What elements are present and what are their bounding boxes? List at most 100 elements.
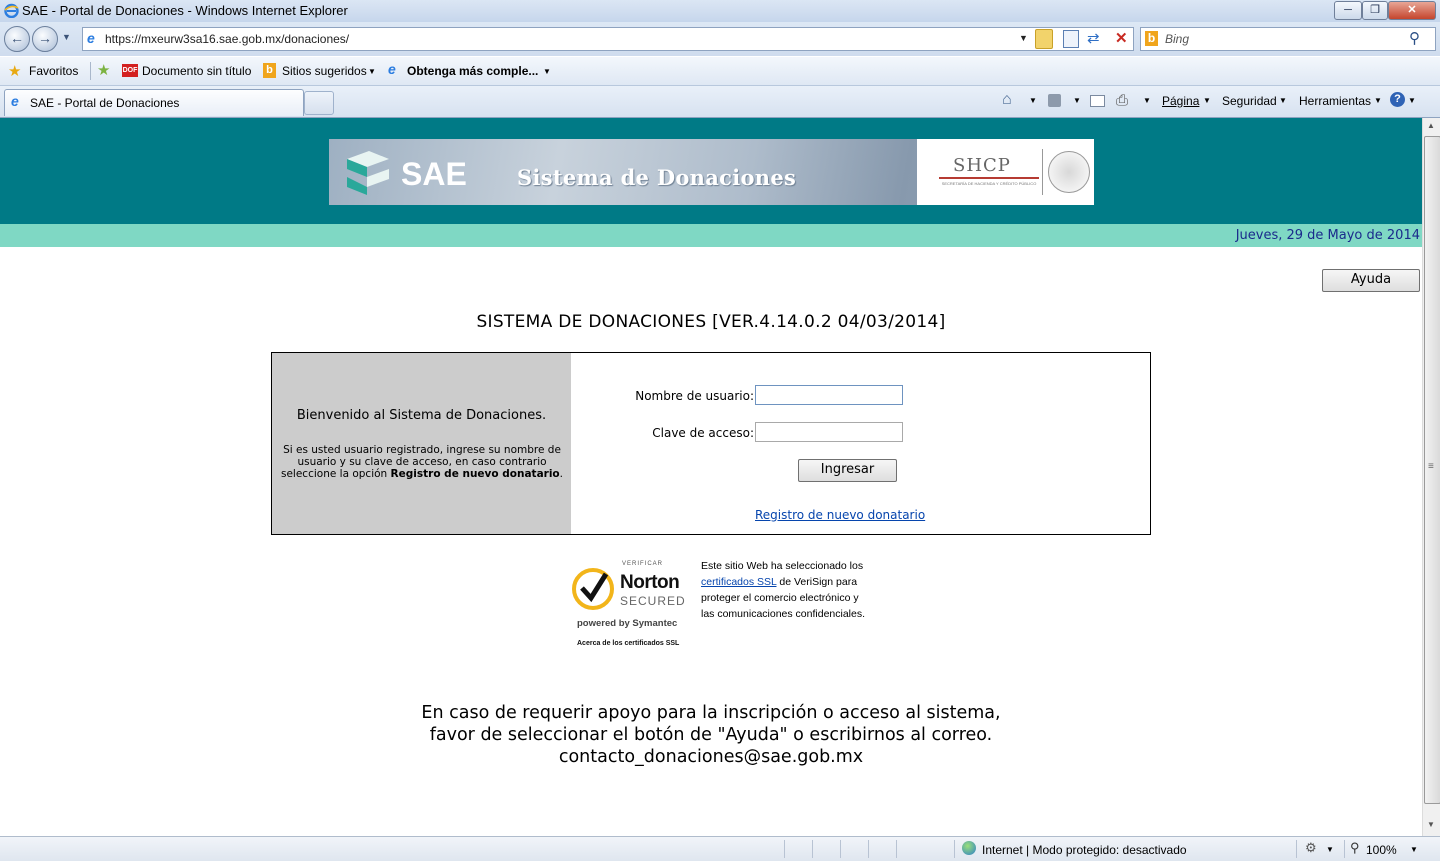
refresh-icon[interactable]: ⇄ <box>1087 29 1100 47</box>
divider <box>1296 840 1297 858</box>
grip-icon: ≡ <box>1428 461 1434 472</box>
norton-seal[interactable]: VERIFICAR Norton SECURED powered by Syma… <box>572 558 696 652</box>
password-label: Clave de acceso: <box>652 426 754 440</box>
chevron-down-icon[interactable]: ▼ <box>1143 96 1151 105</box>
divider <box>868 840 869 858</box>
back-button[interactable]: ← <box>4 26 30 52</box>
fav-item-documento[interactable]: Documento sin título <box>142 64 251 78</box>
bing-icon: b <box>1145 31 1158 46</box>
chevron-down-icon[interactable]: ▼ <box>1408 96 1416 105</box>
tab-label: SAE - Portal de Donaciones <box>30 96 180 110</box>
current-date: Jueves, 29 de Mayo de 2014 <box>1235 228 1420 243</box>
login-button[interactable]: Ingresar <box>798 459 897 482</box>
tab-bar: e SAE - Portal de Donaciones ⌂ ▼ ▼ ⎙ ▼ P… <box>0 86 1440 118</box>
welcome-text: Bienvenido al Sistema de Donaciones. <box>296 408 547 423</box>
sae-logo-icon <box>347 151 389 195</box>
maximize-button[interactable]: ❐ <box>1362 1 1388 20</box>
protected-mode-icon[interactable]: ⚙ <box>1305 840 1317 856</box>
compatibility-view-icon[interactable] <box>1063 30 1079 48</box>
password-input[interactable] <box>755 422 903 442</box>
chevron-down-icon[interactable]: ▼ <box>1326 845 1334 854</box>
login-instructions: Si es usted usuario registrado, ingrese … <box>273 444 571 480</box>
page-content: SAE Sistema de Donaciones SHCP SECRETARÍ… <box>0 118 1422 836</box>
help-button[interactable]: Ayuda <box>1322 269 1420 292</box>
chevron-down-icon[interactable]: ▼ <box>1410 845 1418 854</box>
window-title-bar: SAE - Portal de Donaciones - Windows Int… <box>0 0 1440 22</box>
window-title: SAE - Portal de Donaciones - Windows Int… <box>22 3 348 18</box>
chevron-down-icon: ▼ <box>1203 96 1211 105</box>
vertical-scrollbar[interactable]: ▲ ≡ ▼ <box>1422 118 1440 836</box>
divider <box>1042 149 1043 195</box>
banner-logo-text: SAE <box>401 156 467 192</box>
rss-icon[interactable] <box>1048 94 1061 107</box>
search-box[interactable]: b Bing ⚲ <box>1140 27 1436 51</box>
shcp-rule <box>939 177 1039 179</box>
chevron-down-icon[interactable]: ▼ <box>543 67 551 76</box>
divider <box>784 840 785 858</box>
status-bar: Internet | Modo protegido: desactivado ⚙… <box>0 836 1440 861</box>
globe-icon <box>962 841 976 855</box>
divider <box>896 840 897 858</box>
zoom-level[interactable]: 100% <box>1366 843 1397 857</box>
forward-button[interactable]: → <box>32 26 58 52</box>
instructions-end: . <box>559 468 563 480</box>
lock-icon[interactable] <box>1035 29 1053 49</box>
divider <box>840 840 841 858</box>
address-row: ← → ▼ e https://mxeurw3sa16.sae.gob.mx/d… <box>0 22 1440 56</box>
date-strip <box>0 224 1422 247</box>
favorites-star-icon: ★ <box>8 63 22 80</box>
close-button[interactable]: ✕ <box>1388 1 1436 20</box>
address-dropdown-icon[interactable]: ▼ <box>1019 33 1028 43</box>
tab-active[interactable]: e SAE - Portal de Donaciones <box>4 89 304 116</box>
support-line-2: favor de seleccionar el botón de "Ayuda"… <box>429 725 993 745</box>
bing-icon: b <box>263 63 276 78</box>
favorites-button[interactable]: Favoritos <box>29 64 78 78</box>
history-dropdown-icon[interactable]: ▼ <box>62 32 71 42</box>
mail-icon[interactable] <box>1090 95 1105 107</box>
norton-powered: powered by Symantec <box>577 618 678 629</box>
support-message: En caso de requerir apoyo para la inscri… <box>0 702 1422 768</box>
favorites-bar: ★ Favoritos ★ DOF Documento sin título b… <box>0 57 1440 86</box>
home-icon[interactable]: ⌂ <box>1002 91 1012 109</box>
tools-menu[interactable]: Herramientas <box>1299 94 1371 108</box>
system-title: SISTEMA DE DONACIONES [VER.4.14.0.2 04/0… <box>476 312 946 332</box>
chevron-down-icon[interactable]: ▼ <box>1073 96 1081 105</box>
banner-title: Sistema de Donaciones <box>517 165 797 190</box>
scroll-up-icon[interactable]: ▲ <box>1427 121 1435 130</box>
ssl-text-start: Este sitio Web ha seleccionado los <box>701 560 864 572</box>
login-panel: Bienvenido al Sistema de Donaciones. Si … <box>271 352 1151 535</box>
fav-item-sitios[interactable]: Sitios sugeridos <box>282 64 367 78</box>
scrollbar-thumb[interactable]: ≡ <box>1424 136 1440 804</box>
zoom-icon: ⚲ <box>1350 840 1360 855</box>
norton-verify: VERIFICAR <box>622 561 664 567</box>
chevron-down-icon[interactable]: ▼ <box>1029 96 1037 105</box>
register-link[interactable]: Registro de nuevo donatario <box>755 508 925 522</box>
chevron-down-icon[interactable]: ▼ <box>368 67 376 76</box>
support-email: contacto_donaciones@sae.gob.mx <box>558 747 864 767</box>
norton-about: Acerca de los certificados SSL <box>577 640 680 647</box>
divider <box>954 840 955 858</box>
shcp-text: SHCP <box>953 155 1011 176</box>
search-icon[interactable]: ⚲ <box>1409 29 1420 47</box>
scroll-down-icon[interactable]: ▼ <box>1427 820 1435 829</box>
ie-page-icon: e <box>388 61 396 77</box>
stop-icon[interactable]: ✕ <box>1115 29 1128 47</box>
minimize-button[interactable]: ─ <box>1334 1 1362 20</box>
fav-item-obtenga[interactable]: Obtenga más comple... <box>407 64 538 78</box>
username-label: Nombre de usuario: <box>635 389 754 403</box>
norton-brand: Norton <box>620 572 680 593</box>
print-icon[interactable]: ⎙ <box>1116 92 1128 109</box>
help-icon[interactable]: ? <box>1390 92 1405 107</box>
ssl-info-text: Este sitio Web ha seleccionado los certi… <box>701 558 871 622</box>
add-favorite-icon[interactable]: ★ <box>97 61 110 79</box>
site-banner: SAE Sistema de Donaciones SHCP SECRETARÍ… <box>329 139 1094 205</box>
page-menu[interactable]: Página <box>1162 94 1199 108</box>
instructions-bold: Registro de nuevo donatario <box>390 468 560 480</box>
new-tab-button[interactable] <box>304 91 334 115</box>
search-placeholder: Bing <box>1165 32 1190 46</box>
ssl-certificates-link[interactable]: certificados SSL <box>701 576 776 588</box>
divider <box>90 62 91 80</box>
username-input[interactable] <box>755 385 903 405</box>
security-menu[interactable]: Seguridad <box>1222 94 1277 108</box>
address-bar[interactable]: e https://mxeurw3sa16.sae.gob.mx/donacio… <box>82 27 1134 51</box>
